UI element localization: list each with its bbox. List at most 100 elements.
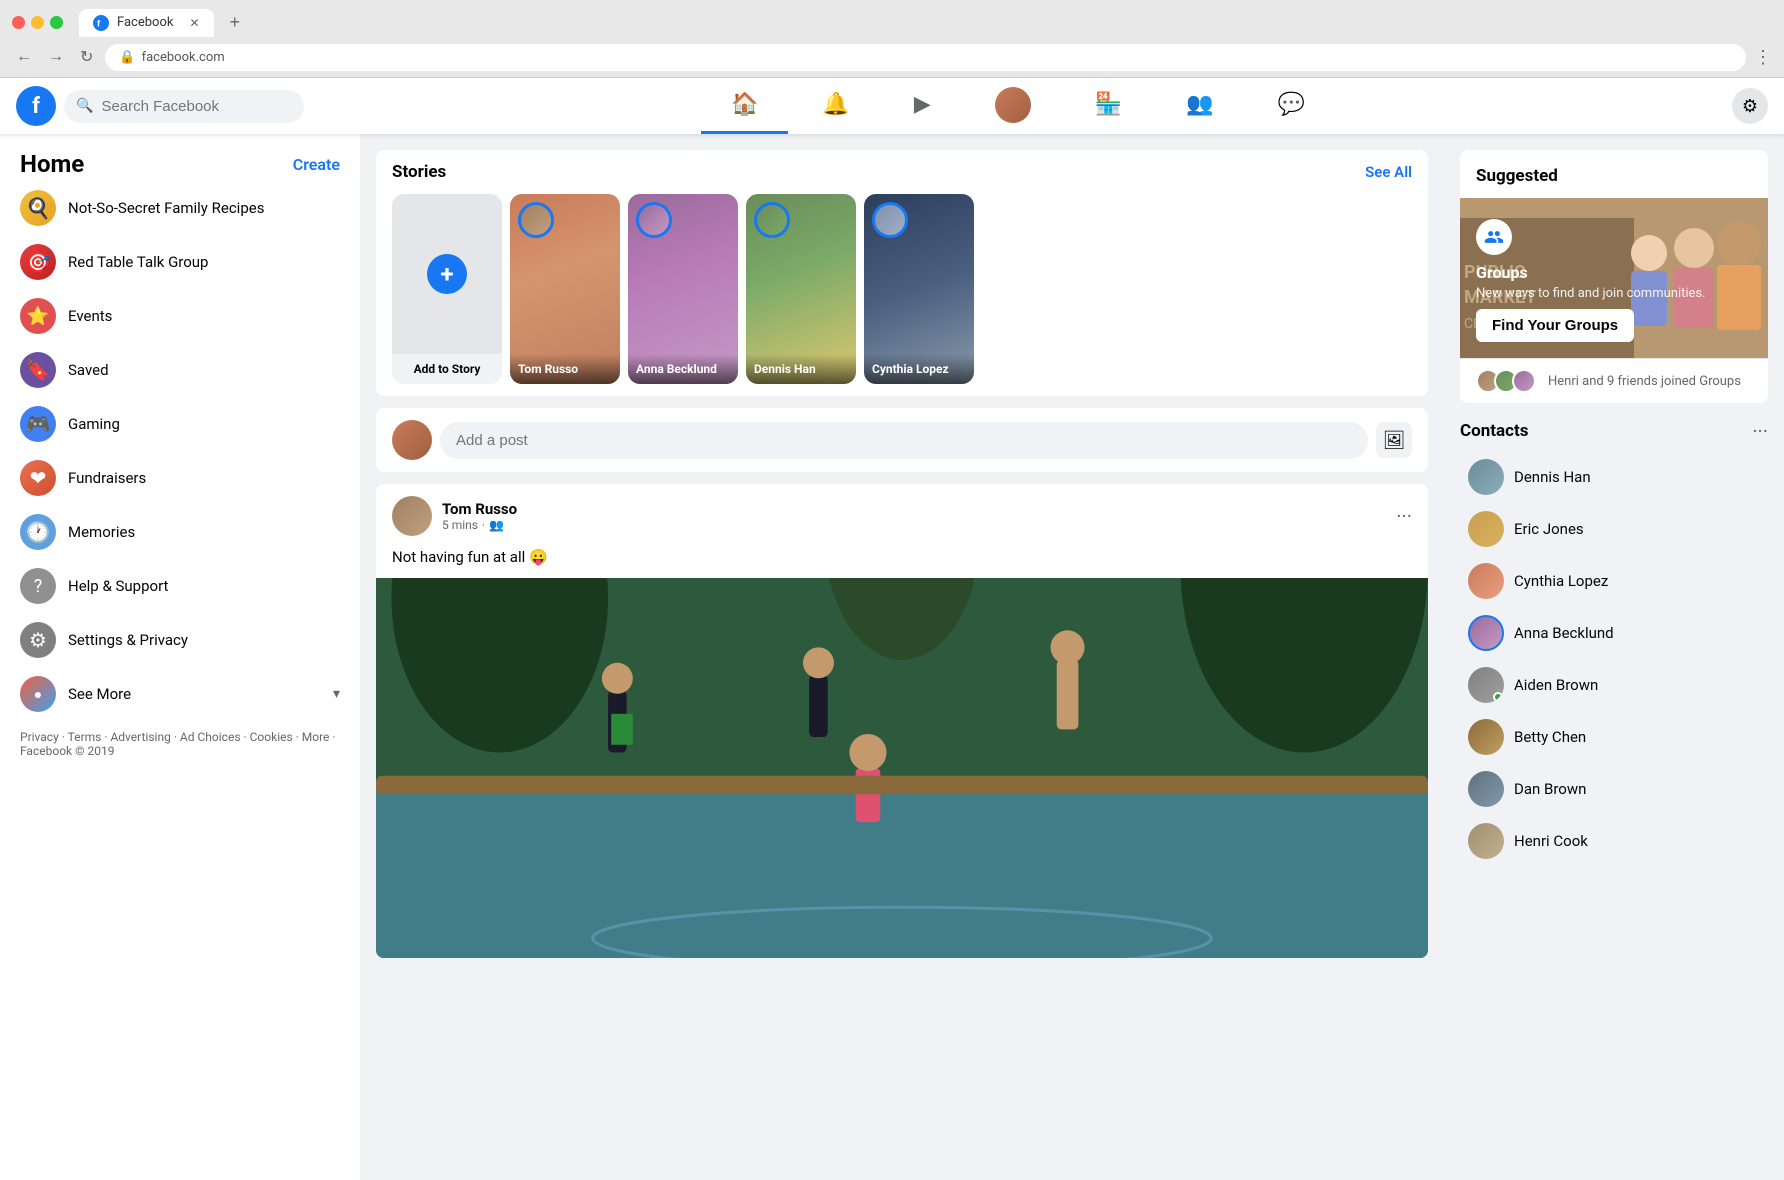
nav-notifications[interactable]: 🔔 bbox=[792, 78, 879, 134]
maximize-dot[interactable] bbox=[50, 16, 63, 29]
add-story-plus-icon: + bbox=[427, 254, 467, 294]
search-input[interactable] bbox=[101, 98, 261, 115]
contact-avatar-cynthia bbox=[1468, 563, 1504, 599]
sidebar-item-label: Saved bbox=[68, 361, 109, 379]
contact-avatar-dan bbox=[1468, 771, 1504, 807]
sidebar-item-gaming[interactable]: 🎮 Gaming bbox=[8, 398, 352, 450]
footer-more[interactable]: More bbox=[302, 730, 330, 744]
story-avatar-tom bbox=[518, 202, 554, 238]
url-bar[interactable]: 🔒 facebook.com bbox=[105, 44, 1746, 71]
nav-home[interactable]: 🏠 bbox=[701, 78, 788, 134]
contacts-menu-button[interactable]: ··· bbox=[1752, 419, 1768, 443]
forward-button[interactable]: → bbox=[44, 44, 68, 70]
sidebar-item-memories[interactable]: 🕐 Memories bbox=[8, 506, 352, 558]
sidebar-item-fundraisers[interactable]: ❤ Fundraisers bbox=[8, 452, 352, 504]
friend-avatar-3 bbox=[1512, 369, 1536, 393]
close-dot[interactable] bbox=[12, 16, 25, 29]
sidebar-item-red-table[interactable]: 🎯 Red Table Talk Group bbox=[8, 236, 352, 288]
browser-menu-button[interactable]: ⋮ bbox=[1754, 47, 1772, 68]
sidebar-item-events[interactable]: ⭐ Events bbox=[8, 290, 352, 342]
suggested-section: Suggested PUBLIC MARKET CENTRE bbox=[1460, 150, 1768, 403]
sidebar-item-saved[interactable]: 🔖 Saved bbox=[8, 344, 352, 396]
nav-messenger[interactable]: 💬 bbox=[1248, 78, 1335, 134]
lock-icon: 🔒 bbox=[119, 50, 135, 65]
post-input[interactable] bbox=[440, 422, 1368, 459]
story-card-anna[interactable]: Anna Becklund bbox=[628, 194, 738, 384]
footer-cookies[interactable]: Cookies bbox=[250, 730, 293, 744]
photo-upload-button[interactable]: 🖼 bbox=[1376, 422, 1412, 458]
settings-button[interactable]: ⚙ bbox=[1732, 88, 1768, 124]
nav-groups[interactable]: 👥 bbox=[1156, 78, 1243, 134]
red-table-icon: 🎯 bbox=[20, 244, 56, 280]
stories-title: Stories bbox=[392, 162, 446, 182]
story-card-tom[interactable]: Tom Russo bbox=[510, 194, 620, 384]
tab-close-icon[interactable]: ✕ bbox=[189, 16, 199, 30]
contact-item-aiden[interactable]: Aiden Brown bbox=[1460, 659, 1768, 711]
sidebar-item-label: Gaming bbox=[68, 415, 120, 433]
contact-avatar-henri bbox=[1468, 823, 1504, 859]
search-icon: 🔍 bbox=[76, 98, 93, 114]
post-header: Tom Russo 5 mins · 👥 ··· bbox=[376, 484, 1428, 544]
back-button[interactable]: ← bbox=[12, 44, 36, 70]
messenger-icon: 💬 bbox=[1278, 92, 1305, 117]
create-button[interactable]: Create bbox=[293, 155, 340, 174]
story-avatar-cynthia bbox=[872, 202, 908, 238]
minimize-dot[interactable] bbox=[31, 16, 44, 29]
photo-icon: 🖼 bbox=[1383, 430, 1406, 451]
sidebar-item-help[interactable]: ? Help & Support bbox=[8, 560, 352, 612]
add-story-bottom: Add to Story bbox=[392, 354, 502, 384]
story-avatar-dennis bbox=[754, 202, 790, 238]
url-text: facebook.com bbox=[142, 50, 225, 65]
add-to-story-card[interactable]: + Add to Story bbox=[392, 194, 502, 384]
gear-icon: ⚙ bbox=[1742, 96, 1758, 117]
contact-item-dan[interactable]: Dan Brown bbox=[1460, 763, 1768, 815]
story-card-dennis[interactable]: Dennis Han bbox=[746, 194, 856, 384]
contacts-section: Contacts ··· Dennis Han Eric Jones Cynth… bbox=[1460, 419, 1768, 867]
contact-item-henri[interactable]: Henri Cook bbox=[1460, 815, 1768, 867]
post-text: Not having fun at all 😛 bbox=[376, 544, 1428, 578]
sidebar-item-label: Help & Support bbox=[68, 577, 168, 595]
search-bar[interactable]: 🔍 bbox=[64, 90, 304, 123]
browser-tab[interactable]: f Facebook ✕ bbox=[79, 9, 214, 37]
groups-friends-row: Henri and 9 friends joined Groups bbox=[1460, 358, 1768, 403]
nav-watch[interactable]: ▶ bbox=[884, 78, 961, 134]
contact-item-cynthia[interactable]: Cynthia Lopez bbox=[1460, 555, 1768, 607]
footer-advertising[interactable]: Advertising bbox=[110, 730, 170, 744]
stories-header: Stories See All bbox=[392, 162, 1412, 182]
post-menu-button[interactable]: ··· bbox=[1396, 504, 1412, 528]
footer-privacy[interactable]: Privacy bbox=[20, 730, 59, 744]
events-icon: ⭐ bbox=[20, 298, 56, 334]
sidebar-item-settings[interactable]: ⚙ Settings & Privacy bbox=[8, 614, 352, 666]
facebook-logo: f bbox=[16, 86, 56, 126]
story-overlay-tom: Tom Russo bbox=[510, 354, 620, 384]
footer-terms[interactable]: Terms bbox=[68, 730, 102, 744]
see-more-icon: ● bbox=[20, 676, 56, 712]
contact-item-dennis[interactable]: Dennis Han bbox=[1460, 451, 1768, 503]
contact-item-anna[interactable]: Anna Becklund bbox=[1460, 607, 1768, 659]
post-author-avatar[interactable] bbox=[392, 496, 432, 536]
story-name-dennis: Dennis Han bbox=[754, 362, 848, 376]
contact-item-eric[interactable]: Eric Jones bbox=[1460, 503, 1768, 555]
sidebar-item-family-recipes[interactable]: 🍳 Not-So-Secret Family Recipes bbox=[8, 182, 352, 234]
sidebar-title: Home bbox=[20, 150, 84, 178]
nav-marketplace[interactable]: 🏪 bbox=[1065, 78, 1152, 134]
contacts-title: Contacts bbox=[1460, 421, 1528, 441]
new-tab-button[interactable]: + bbox=[222, 8, 249, 37]
watch-icon: ▶ bbox=[914, 92, 931, 117]
post-author-name[interactable]: Tom Russo bbox=[442, 500, 517, 518]
post-user-details: Tom Russo 5 mins · 👥 bbox=[442, 500, 517, 532]
sidebar-item-see-more[interactable]: ● See More ▾ bbox=[8, 668, 352, 720]
contact-item-betty[interactable]: Betty Chen bbox=[1460, 711, 1768, 763]
footer-ad-choices[interactable]: Ad Choices bbox=[180, 730, 241, 744]
help-icon: ? bbox=[20, 568, 56, 604]
groups-friends-avatars bbox=[1476, 369, 1530, 393]
reload-button[interactable]: ↻ bbox=[76, 43, 97, 71]
main-content: Home Create 🍳 Not-So-Secret Family Recip… bbox=[0, 134, 1784, 1180]
contact-avatar-betty bbox=[1468, 719, 1504, 755]
nav-profile[interactable] bbox=[965, 78, 1061, 134]
suggested-title: Suggested bbox=[1460, 150, 1768, 198]
story-card-cynthia[interactable]: Cynthia Lopez bbox=[864, 194, 974, 384]
contacts-header: Contacts ··· bbox=[1460, 419, 1768, 443]
find-groups-button[interactable]: Find Your Groups bbox=[1476, 309, 1634, 342]
see-all-stories-button[interactable]: See All bbox=[1365, 163, 1412, 181]
